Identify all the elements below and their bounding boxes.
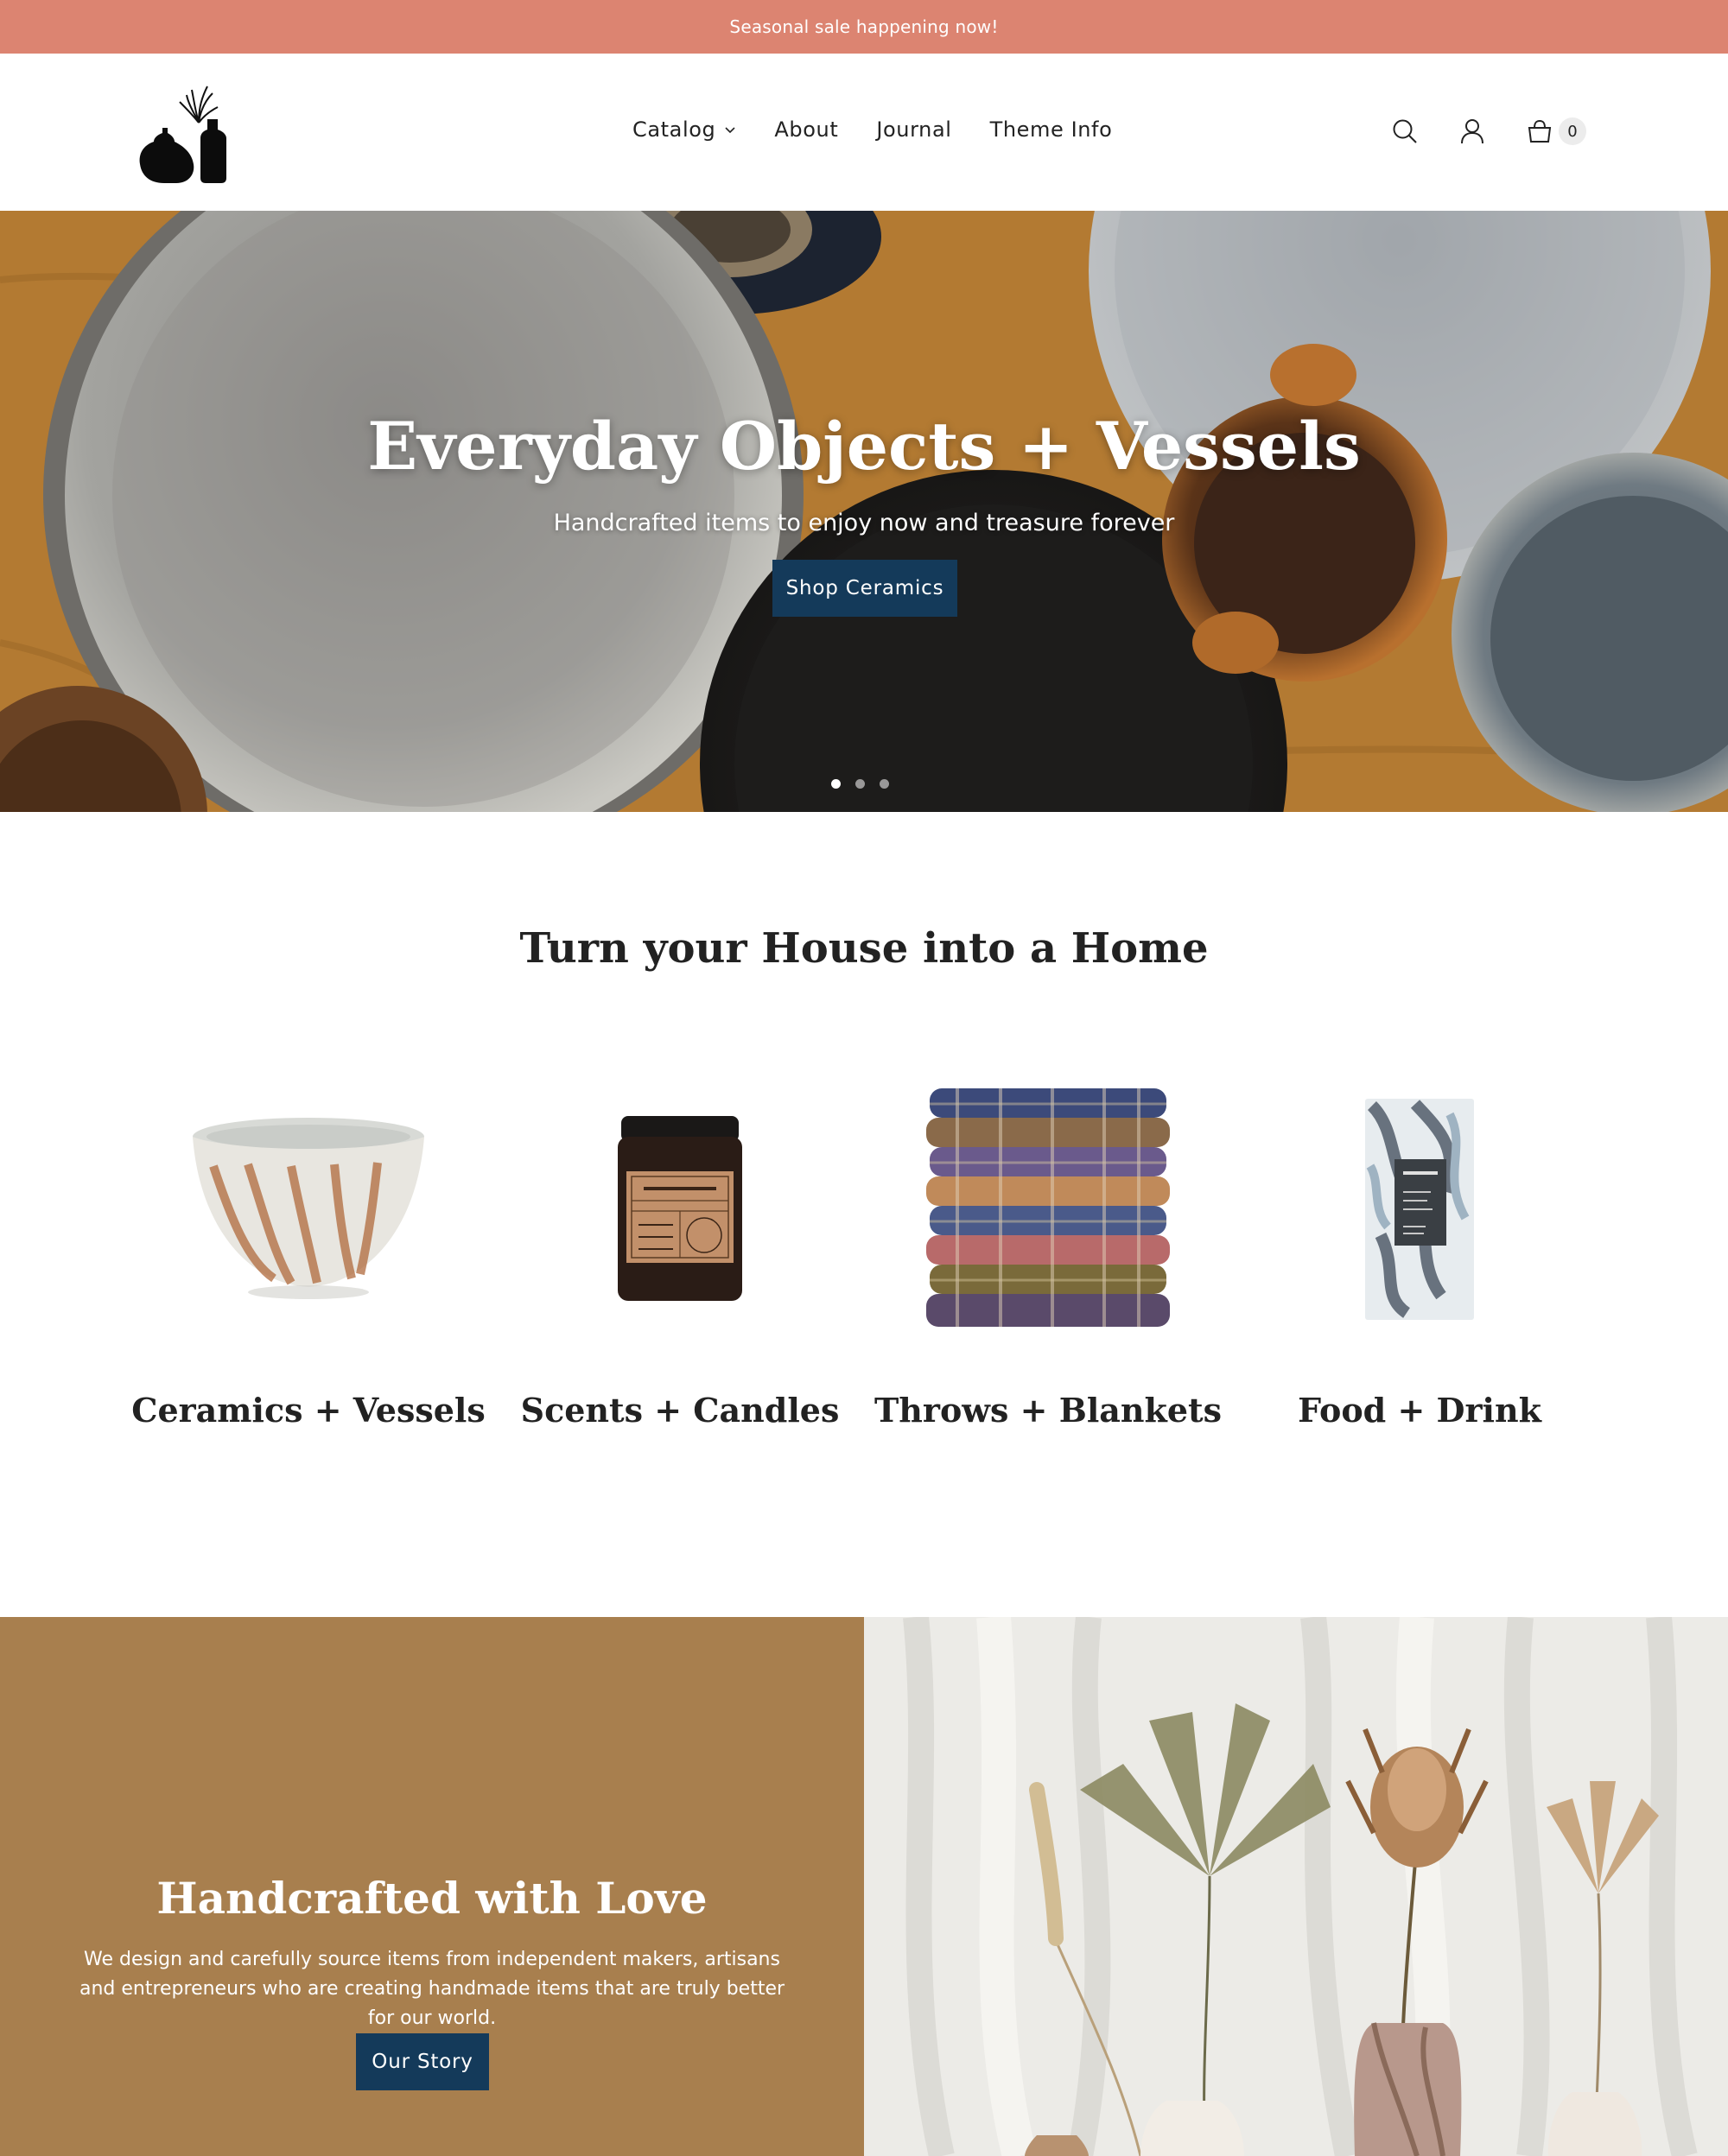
vases-logo-icon (139, 86, 226, 183)
collection-throws[interactable]: Throws + Blankets (862, 1071, 1234, 1451)
collection-scents[interactable]: Scents + Candles (494, 1071, 866, 1451)
nav-item-about[interactable]: About (774, 117, 838, 142)
shop-ceramics-button[interactable]: Shop Ceramics (772, 560, 957, 617)
collection-ceramics[interactable]: Ceramics + Vessels (123, 1071, 494, 1451)
ceramic-bowl-image (123, 1071, 494, 1348)
nav-item-theme-info[interactable]: Theme Info (990, 117, 1113, 142)
slide-pagination (831, 779, 904, 789)
hero-slideshow: Everyday Objects + Vessels Handcrafted i… (0, 211, 1728, 812)
chocolate-bar-icon (1365, 1099, 1474, 1320)
account-icon (1461, 119, 1483, 144)
candle-jar-image (494, 1071, 866, 1348)
collections-heading: Turn your House into a Home (519, 924, 1209, 973)
blanket-icon (926, 1088, 1170, 1327)
collection-label-scents: Scents + Candles (520, 1391, 840, 1430)
chocolate-bar-image (1234, 1071, 1605, 1348)
header-icons: 0 (1388, 114, 1586, 149)
nav-journal-label: Journal (876, 117, 952, 142)
slide-dot-2[interactable] (855, 779, 865, 789)
announcement-text: Seasonal sale happening now! (729, 16, 999, 37)
nav-catalog-label: Catalog (632, 117, 716, 142)
store-logo[interactable] (138, 81, 235, 185)
story-text: We design and carefully source items fro… (79, 1949, 785, 2029)
bowl-icon (193, 1118, 424, 1299)
slide-dot-1[interactable] (831, 779, 841, 789)
nav-theme-info-label: Theme Info (989, 117, 1113, 142)
cart-count-badge[interactable]: 0 (1559, 117, 1586, 145)
search-button[interactable] (1388, 114, 1422, 149)
main-nav: Catalog About Journal Theme Info (632, 117, 1150, 142)
nav-item-journal[interactable]: Journal (876, 117, 951, 142)
collection-label-food: Food + Drink (1298, 1391, 1541, 1430)
announcement-bar: Seasonal sale happening now! (0, 0, 1728, 54)
account-button[interactable] (1455, 114, 1490, 149)
collection-food[interactable]: Food + Drink (1234, 1071, 1605, 1451)
hero-title: Everyday Objects + Vessels (367, 408, 1361, 485)
cart-button[interactable] (1522, 114, 1557, 149)
collection-label-throws: Throws + Blankets (874, 1391, 1222, 1430)
hero-subtitle: Handcrafted items to enjoy now and treas… (553, 510, 1175, 536)
story-section: Handcrafted with Love We design and care… (0, 1617, 864, 2156)
nav-about-label: About (774, 117, 839, 142)
nav-item-catalog[interactable]: Catalog (632, 117, 736, 142)
dried-flowers-vases-icon (864, 1617, 1728, 2156)
dried-flowers-image (864, 1617, 1728, 2156)
cart-icon (1528, 119, 1552, 143)
site-header: Catalog About Journal Theme Info 0 (0, 54, 1728, 211)
search-icon (1393, 119, 1417, 143)
chevron-down-icon (725, 127, 735, 134)
slide-dot-3[interactable] (880, 779, 889, 789)
blanket-stack-image (862, 1071, 1234, 1348)
story-title: Handcrafted with Love (156, 1873, 708, 1924)
candle-icon (618, 1116, 742, 1301)
our-story-button[interactable]: Our Story (356, 2033, 489, 2090)
collection-label-ceramics: Ceramics + Vessels (131, 1391, 486, 1430)
